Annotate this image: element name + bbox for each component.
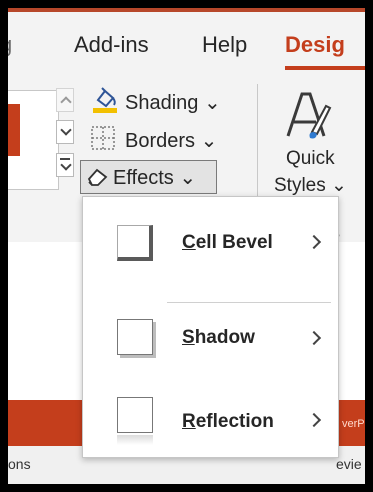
accelerator-key: R [182, 411, 196, 432]
submenu-arrow-icon [306, 412, 322, 428]
effects-button[interactable]: Effects ⌄ [80, 160, 217, 194]
ribbon-tabs: g Add-ins Help Desig [8, 12, 365, 72]
quick-styles-pen-icon[interactable] [282, 88, 332, 144]
reflection-icon [117, 397, 153, 433]
label-text: eflection [195, 411, 274, 432]
tab-help[interactable]: Help [202, 32, 247, 58]
powerpoint-window: g Add-ins Help Desig Shading ⌄ Borders ⌄ [8, 8, 365, 484]
effects-dropdown-menu: Cell Bevel Shadow Reflection [82, 196, 339, 458]
submenu-arrow-icon [306, 330, 322, 346]
chevron-down-icon: ⌄ [331, 175, 347, 196]
slide-band-text: verP [342, 418, 365, 430]
accelerator-key: S [182, 327, 195, 348]
tab-table-design[interactable]: Desig [285, 32, 345, 58]
reflection-label: Reflection [182, 411, 274, 433]
quick-styles-label-line2: Styles [274, 175, 326, 196]
quick-styles-button[interactable]: Styles ⌄ [274, 174, 347, 197]
chevron-down-icon: ⌄ [200, 130, 218, 152]
shading-button[interactable]: Shading ⌄ [125, 90, 221, 115]
gallery-scroll-up-button[interactable] [56, 88, 74, 112]
borders-grid-icon[interactable] [90, 125, 116, 151]
chevron-down-icon [60, 124, 72, 136]
shading-label: Shading [125, 92, 199, 114]
chevron-up-icon [60, 96, 72, 108]
paint-bucket-icon[interactable] [92, 86, 118, 114]
tab-add-ins[interactable]: Add-ins [74, 32, 149, 58]
active-tab-indicator [285, 66, 365, 70]
chevron-down-icon: ⌄ [179, 167, 197, 189]
status-left-text: ons [8, 456, 31, 472]
reflection-fade [117, 435, 153, 445]
chevron-down-icon: ⌄ [203, 92, 221, 114]
submenu-arrow-icon [306, 234, 322, 250]
label-text: ell Bevel [195, 232, 273, 253]
menu-item-shadow[interactable]: Shadow [83, 291, 338, 373]
shadow-icon [117, 319, 153, 355]
menu-item-cell-bevel[interactable]: Cell Bevel [83, 203, 338, 285]
cell-bevel-label: Cell Bevel [182, 232, 273, 254]
cell-bevel-icon [117, 225, 153, 261]
quick-styles-label-line1[interactable]: Quick [286, 148, 335, 170]
tab-partial[interactable]: g [8, 32, 12, 58]
gallery-scroll-down-button[interactable] [56, 120, 74, 144]
status-right-text: evie [336, 456, 362, 472]
menu-item-reflection[interactable]: Reflection [83, 373, 338, 455]
effects-eraser-icon [87, 168, 108, 186]
borders-label: Borders [125, 130, 196, 152]
effects-label: Effects [113, 167, 174, 189]
chevron-down-icon [60, 159, 72, 171]
label-text: hadow [194, 327, 255, 348]
table-style-swatch [8, 104, 20, 156]
accelerator-key: C [182, 232, 196, 253]
shadow-label: Shadow [182, 327, 255, 349]
borders-button[interactable]: Borders ⌄ [125, 128, 217, 153]
gallery-more-button[interactable] [56, 153, 74, 177]
effects-label-wrap: Effects ⌄ [113, 165, 196, 190]
